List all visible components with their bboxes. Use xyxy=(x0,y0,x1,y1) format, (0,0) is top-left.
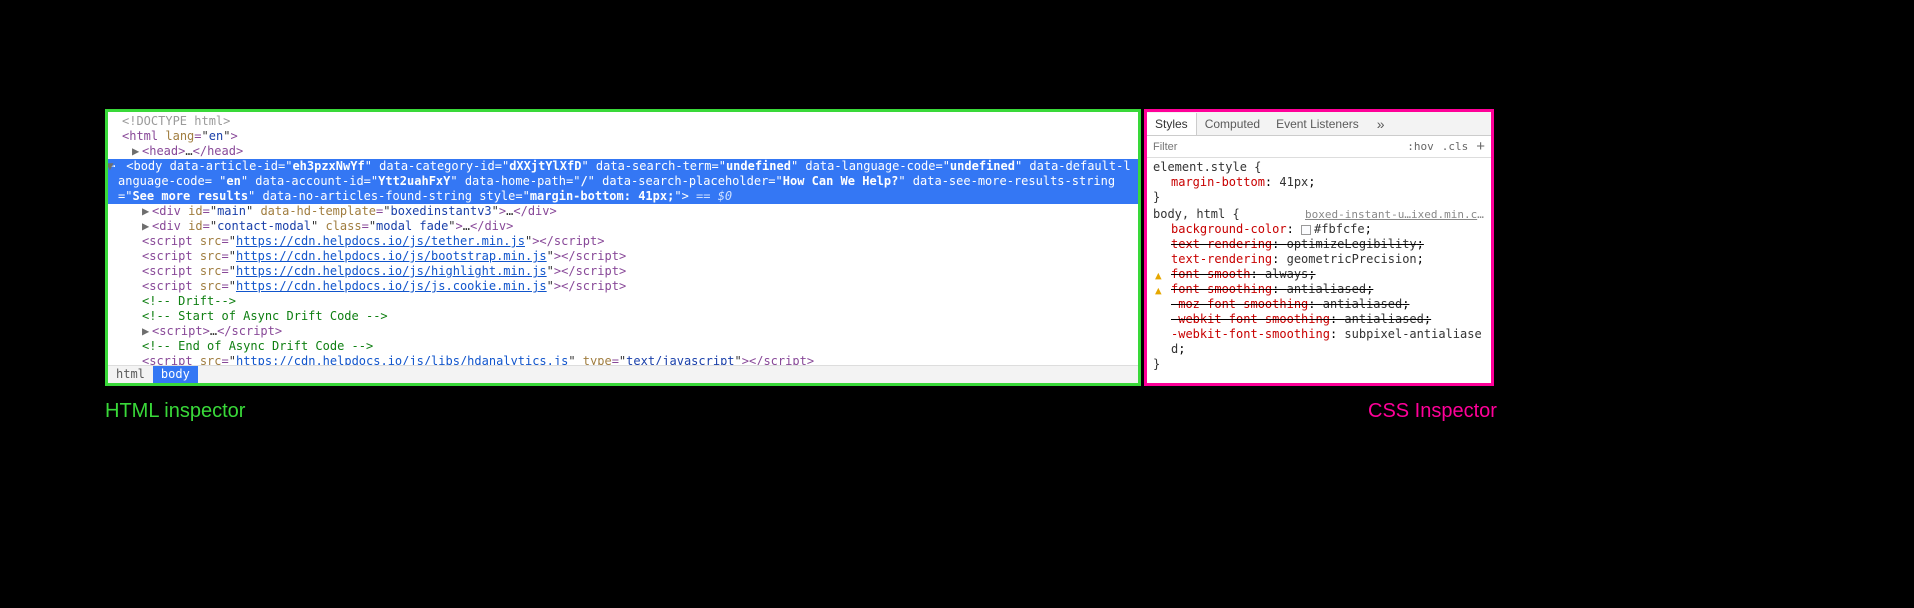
body-node-selected[interactable]: ⋯▼<body data-article-id="eh3pzxNwYf" dat… xyxy=(108,159,1138,204)
dom-child-node[interactable]: ▶<script>…</script> xyxy=(112,324,1134,339)
dom-child-node[interactable]: <script src="https://cdn.helpdocs.io/js/… xyxy=(112,249,1134,264)
html-open-tag[interactable]: <html lang="en"> xyxy=(112,129,1134,144)
css-tabs: Styles Computed Event Listeners » xyxy=(1147,112,1491,136)
dom-breadcrumbs: html body xyxy=(108,365,1138,383)
element-style-rule[interactable]: element.style { margin-bottom: 41px; } xyxy=(1153,160,1485,205)
html-inspector-label: HTML inspector xyxy=(105,400,245,423)
tab-styles[interactable]: Styles xyxy=(1147,113,1197,135)
styles-filter-input[interactable] xyxy=(1153,141,1399,153)
dom-child-node[interactable]: ▶<div id="contact-modal" class="modal fa… xyxy=(112,219,1134,234)
crumb-body[interactable]: body xyxy=(153,366,198,383)
doctype-node[interactable]: <!DOCTYPE html> xyxy=(112,114,1134,129)
rule-source-link[interactable]: boxed-instant-u…ixed.min.css:2 xyxy=(1305,207,1485,222)
html-inspector-panel: <!DOCTYPE html> <html lang="en"> ▶<head>… xyxy=(105,109,1141,386)
css-declaration[interactable]: text-rendering: geometricPrecision; xyxy=(1153,252,1485,267)
dom-child-node[interactable]: ▶<div id="main" data-hd-template="boxedi… xyxy=(112,204,1134,219)
dom-tree[interactable]: <!DOCTYPE html> <html lang="en"> ▶<head>… xyxy=(108,112,1138,371)
css-inspector-panel: Styles Computed Event Listeners » :hov .… xyxy=(1144,109,1494,386)
dom-child-node[interactable]: <script src="https://cdn.helpdocs.io/js/… xyxy=(112,264,1134,279)
hov-toggle[interactable]: :hov xyxy=(1407,140,1434,153)
dom-child-node[interactable]: <!-- Drift--> xyxy=(112,294,1134,309)
css-declaration[interactable]: ▲font-smooth: always; xyxy=(1153,267,1485,282)
tabs-more-icon[interactable]: » xyxy=(1369,112,1393,136)
css-declaration[interactable]: text-rendering: optimizeLegibility; xyxy=(1153,237,1485,252)
css-declaration[interactable]: ▲font-smoothing: antialiased; xyxy=(1153,282,1485,297)
head-node[interactable]: ▶<head>…</head> xyxy=(112,144,1134,159)
tab-computed[interactable]: Computed xyxy=(1197,113,1268,135)
cls-toggle[interactable]: .cls xyxy=(1442,140,1469,153)
expand-arrow-icon[interactable]: ▶ xyxy=(132,144,142,159)
crumb-html[interactable]: html xyxy=(108,366,153,383)
body-html-rule[interactable]: boxed-instant-u…ixed.min.css:2 body, htm… xyxy=(1153,207,1485,372)
styles-toolbar: :hov .cls + xyxy=(1147,136,1491,158)
css-inspector-label: CSS Inspector xyxy=(1368,400,1497,423)
css-declaration[interactable]: -webkit-font-smoothing: antialiased; xyxy=(1153,312,1485,327)
css-declaration[interactable]: -moz-font-smoothing: antialiased; xyxy=(1153,297,1485,312)
dom-child-node[interactable]: <script src="https://cdn.helpdocs.io/js/… xyxy=(112,279,1134,294)
warning-icon: ▲ xyxy=(1155,268,1162,283)
decl-margin-bottom[interactable]: margin-bottom: 41px; xyxy=(1153,175,1485,190)
tab-event-listeners[interactable]: Event Listeners xyxy=(1268,113,1367,135)
css-declaration[interactable]: background-color: #fbfcfe; xyxy=(1153,222,1485,237)
warning-icon: ▲ xyxy=(1155,283,1162,298)
new-style-rule-button[interactable]: + xyxy=(1476,138,1485,155)
style-rules: element.style { margin-bottom: 41px; } b… xyxy=(1147,158,1491,376)
dom-child-node[interactable]: <!-- Start of Async Drift Code --> xyxy=(112,309,1134,324)
css-declaration[interactable]: -webkit-font-smoothing: subpixel-antiali… xyxy=(1153,327,1485,357)
dom-child-node[interactable]: <!-- End of Async Drift Code --> xyxy=(112,339,1134,354)
color-swatch[interactable] xyxy=(1301,225,1311,235)
dom-child-node[interactable]: <script src="https://cdn.helpdocs.io/js/… xyxy=(112,234,1134,249)
